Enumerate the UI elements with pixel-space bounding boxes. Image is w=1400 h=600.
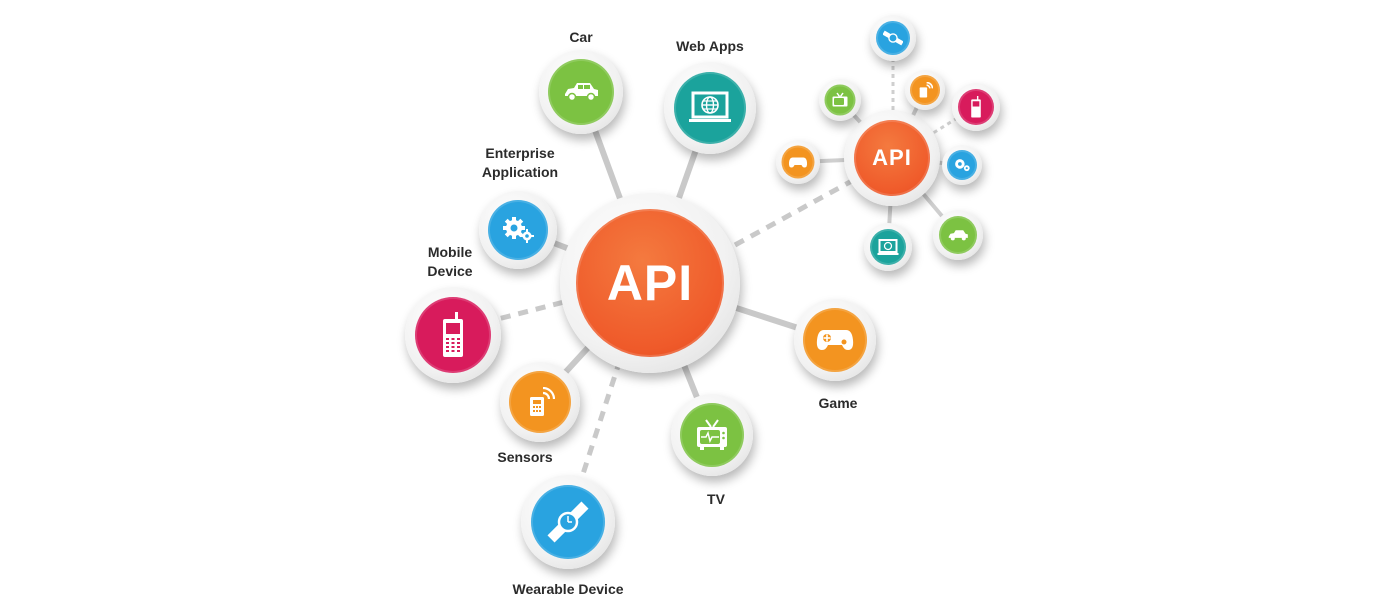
mini-node-game-circle — [781, 145, 815, 179]
tv-icon — [832, 92, 848, 106]
mobile-phone-icon — [443, 312, 463, 357]
node-tv — [671, 394, 753, 476]
mini-node-watch — [870, 15, 916, 61]
api-ecosystem-diagram: API Car Web Apps Enterprise Application … — [0, 0, 1400, 600]
label-sensors: Sensors — [497, 449, 553, 465]
mini-node-watch-circle — [876, 21, 910, 55]
node-game — [794, 299, 876, 381]
label-wearable-device: Wearable Device — [512, 581, 624, 597]
node-sensors-circle — [509, 371, 571, 433]
car-icon — [948, 229, 968, 240]
gears-icon — [955, 159, 970, 172]
node-game-circle — [803, 308, 867, 372]
sensor-icon — [530, 387, 555, 416]
node-sensors — [500, 362, 580, 442]
mini-node-mobile-circle — [958, 89, 994, 125]
node-enterprise-application — [479, 191, 557, 269]
label-mobile-line2: Device — [427, 263, 473, 279]
node-mobile-circle — [415, 297, 491, 373]
label-tv: TV — [707, 491, 725, 507]
mini-node-game — [776, 140, 820, 184]
node-car — [539, 50, 623, 134]
mini-node-tv-circle — [824, 84, 856, 116]
node-mobile-device — [405, 287, 501, 383]
laptop-globe-icon — [689, 91, 731, 122]
node-wearable-circle — [531, 485, 605, 559]
gamepad-icon — [816, 330, 854, 350]
mini-node-gears-circle — [947, 150, 977, 180]
mini-api-hub: API — [844, 110, 940, 206]
gears-icon — [503, 217, 534, 243]
label-enterprise-line2: Application — [481, 164, 559, 180]
mini-node-gears — [942, 145, 982, 185]
label-mobile-device: Mobile Device — [427, 243, 472, 281]
mini-node-laptop-circle — [870, 229, 906, 265]
mini-node-sensor-circle — [910, 75, 940, 105]
node-web-apps-circle — [674, 72, 746, 144]
mini-node-car-circle — [939, 216, 977, 254]
watch-icon — [547, 501, 589, 543]
mini-node-sensor — [905, 70, 945, 110]
label-game: Game — [818, 395, 858, 411]
mini-node-laptop — [864, 223, 912, 271]
laptop-globe-icon — [877, 238, 899, 255]
node-web-apps — [664, 62, 756, 154]
label-car: Car — [569, 29, 593, 45]
node-enterprise-circle — [488, 200, 548, 260]
mini-node-mobile — [952, 83, 1000, 131]
label-enterprise-line1: Enterprise — [485, 145, 555, 161]
node-wearable-device — [521, 475, 615, 569]
gamepad-icon — [788, 157, 808, 167]
tv-icon — [697, 419, 727, 450]
car-icon — [565, 83, 598, 102]
label-web-apps: Web Apps — [676, 38, 744, 54]
mini-api-hub-circle: API — [854, 120, 930, 196]
main-api-hub: API — [560, 193, 740, 373]
mini-node-tv — [819, 79, 861, 121]
watch-icon — [883, 30, 903, 46]
label-enterprise-application: Enterprise Application — [482, 144, 558, 182]
sensor-icon — [919, 82, 933, 98]
mobile-phone-icon — [971, 96, 981, 118]
node-car-circle — [548, 59, 614, 125]
label-mobile-line1: Mobile — [427, 244, 473, 260]
mini-node-car — [933, 210, 983, 260]
main-api-label: API — [606, 255, 694, 311]
main-api-hub-circle: API — [576, 209, 724, 357]
node-tv-circle — [680, 403, 744, 467]
mini-api-label: API — [872, 145, 912, 170]
